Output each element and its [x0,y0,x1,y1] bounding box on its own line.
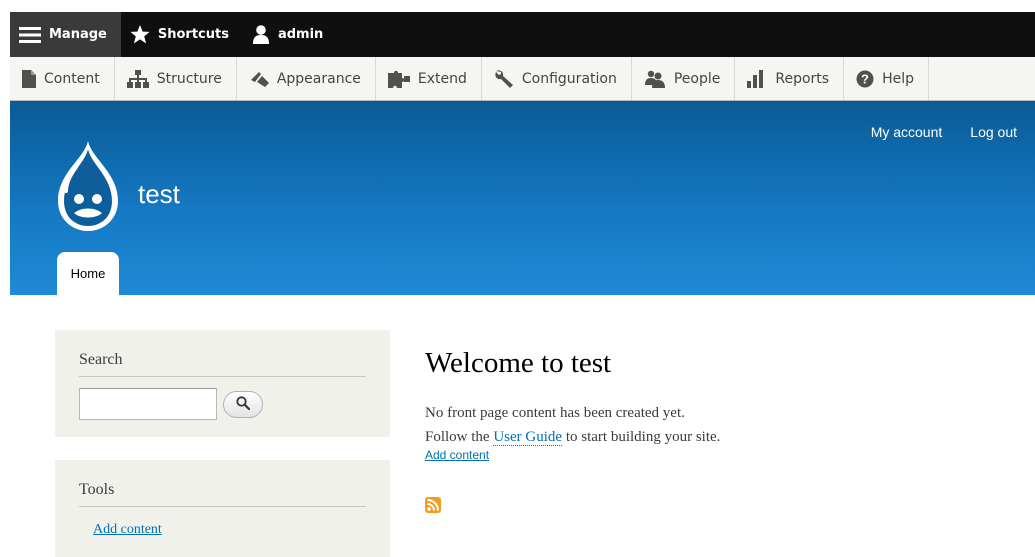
tray-item-label: Structure [156,70,222,87]
help-icon: ? [856,70,874,88]
add-content-link[interactable]: Add content [425,448,489,462]
tray-item-label: Appearance [276,70,361,87]
search-input[interactable] [79,388,217,420]
magnifier-icon [236,395,251,414]
tray-item-people[interactable]: People [632,57,736,100]
tools-block-title: Tools [79,460,366,507]
svg-text:?: ? [861,71,869,86]
tray-item-label: Configuration [521,70,617,87]
search-block: Search [55,330,390,437]
tray-item-structure[interactable]: Structure [115,57,237,100]
search-button[interactable] [223,390,263,418]
toolbar-tab-label: admin [277,27,324,42]
tray-item-appearance[interactable]: Appearance [237,57,376,100]
toolbar-tab-label: Manage [49,27,107,42]
toolbar-tab-user[interactable]: admin [243,12,337,57]
user-guide-link[interactable]: User Guide [493,429,563,446]
tray-item-help[interactable]: ? Help [844,57,929,100]
rss-feed-icon[interactable] [425,497,441,513]
main-body: No front page content has been created y… [425,401,720,449]
tools-add-content-link[interactable]: Add content [93,522,162,538]
site-name[interactable]: test [138,179,180,210]
people-icon [644,70,666,88]
user-icon [252,25,270,44]
tray-item-extend[interactable]: Extend [376,57,482,100]
my-account-link[interactable]: My account [871,124,943,140]
toolbar-tab-manage[interactable]: Manage [10,12,121,57]
drupal-drop-icon[interactable] [54,137,122,235]
admin-tray: Content Structure Appearance Extend Conf… [10,57,1035,101]
toolbar-tab-label: Shortcuts [157,27,229,42]
structure-icon [126,69,149,88]
site-header: My account Log out test Home [10,101,1035,295]
hamburger-icon [19,26,41,44]
secondary-menu: My account Log out [871,124,1017,140]
tray-item-configuration[interactable]: Configuration [482,57,632,100]
paintbrush-icon [249,70,269,88]
tray-item-label: Content [44,70,100,87]
puzzle-icon [387,70,410,88]
logout-link[interactable]: Log out [970,124,1017,140]
search-form [79,388,366,420]
guide-message: Follow the User Guide to start building … [425,425,720,449]
page-title: Welcome to test [425,347,612,379]
star-icon [130,25,150,44]
tray-item-content[interactable]: Content [10,57,115,100]
tray-item-reports[interactable]: Reports [735,57,845,100]
guide-text-after: to start building your site. [562,429,721,445]
wrench-icon [494,69,514,88]
admin-toolbar: Manage Shortcuts admin [10,12,1035,57]
tab-home[interactable]: Home [57,252,119,295]
tray-item-label: Reports [775,70,830,87]
bar-chart-icon [747,69,767,88]
tray-item-label: People [673,70,721,87]
tools-block: Tools Add content [55,460,390,557]
tray-item-label: Extend [417,70,467,87]
toolbar-tab-shortcuts[interactable]: Shortcuts [121,12,243,57]
empty-message: No front page content has been created y… [425,405,685,421]
tray-item-label: Help [882,70,914,87]
search-block-title: Search [79,330,366,377]
guide-text-before: Follow the [425,429,494,445]
document-icon [22,69,36,88]
